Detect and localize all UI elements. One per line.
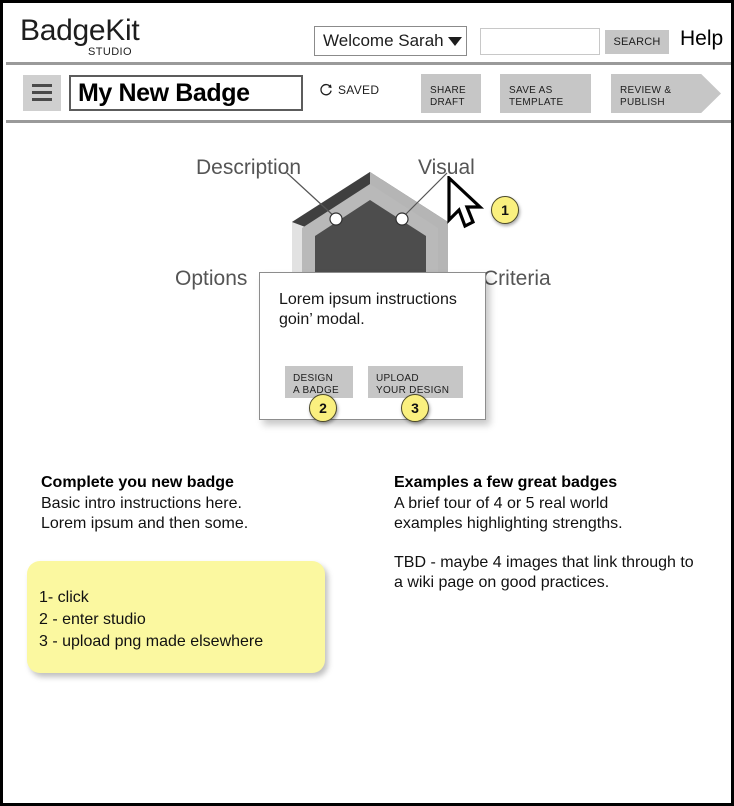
help-link[interactable]: Help (680, 27, 723, 51)
refresh-icon (320, 83, 332, 96)
sticky-note-line-3: 3 - upload png made elsewhere (39, 633, 264, 650)
hamburger-icon[interactable] (23, 75, 61, 111)
logo-subtitle: STUDIO (88, 46, 132, 58)
right-column-line-3: TBD - maybe 4 images that link through t… (394, 554, 694, 571)
sticky-note: 1- click 2 - enter studio 3 - upload png… (27, 561, 325, 673)
annotation-criteria: Criteria (483, 267, 551, 290)
top-bar: BadgeKit STUDIO Welcome Sarah SEARCH Hel… (6, 7, 731, 65)
badge-title-input[interactable] (69, 75, 303, 111)
left-column-heading: Complete you new badge (41, 474, 234, 491)
mouse-pointer-icon (447, 176, 485, 229)
user-menu-dropdown[interactable]: Welcome Sarah (314, 26, 467, 56)
app-logo[interactable]: BadgeKit STUDIO (20, 14, 250, 59)
left-column-line-2: Lorem ipsum and then some. (41, 515, 249, 532)
step-marker-3: 3 (401, 394, 429, 422)
app-window: BadgeKit STUDIO Welcome Sarah SEARCH Hel… (0, 0, 734, 806)
modal-instructions-text: Lorem ipsum instructions goin’ modal. (279, 291, 457, 328)
right-info-column: Examples a few great badges A brief tour… (394, 473, 724, 593)
search-button[interactable]: SEARCH (605, 30, 669, 54)
saved-label: SAVED (338, 83, 380, 97)
sticky-note-line-1: 1- click (39, 589, 89, 606)
right-column-line-4: a wiki page on good practices. (394, 574, 610, 591)
hamburger-bar (32, 91, 52, 94)
left-info-column: Complete you new badge Basic intro instr… (41, 473, 351, 534)
step-marker-1: 1 (491, 196, 519, 224)
logo-title: BadgeKit (20, 14, 140, 47)
right-column-line-1: A brief tour of 4 or 5 real world (394, 495, 609, 512)
step-marker-2: 2 (309, 394, 337, 422)
hamburger-bar (32, 98, 52, 101)
instructions-modal: Lorem ipsum instructions goin’ modal. DE… (259, 272, 486, 420)
hamburger-bar (32, 84, 52, 87)
chevron-down-icon (447, 36, 462, 46)
left-column-line-1: Basic intro instructions here. (41, 495, 242, 512)
right-column-heading: Examples a few great badges (394, 474, 618, 491)
right-column-line-2: examples highlighting strengths. (394, 515, 623, 532)
share-draft-button[interactable]: SHARE DRAFT (421, 74, 481, 113)
design-a-badge-button[interactable]: DESIGN A BADGE (285, 366, 353, 398)
annotation-description: Description (196, 156, 302, 179)
badge-canvas: Description Visual Options Criteria Lore… (6, 126, 731, 803)
save-as-template-button[interactable]: SAVE AS TEMPLATE (500, 74, 591, 113)
sticky-note-line-2: 2 - enter studio (39, 611, 146, 628)
review-publish-button[interactable]: REVIEW & PUBLISH (611, 74, 721, 113)
search-input[interactable] (480, 28, 600, 55)
annotation-options: Options (175, 267, 248, 290)
user-menu-label: Welcome Sarah (323, 31, 444, 50)
saved-status: SAVED (319, 83, 379, 97)
